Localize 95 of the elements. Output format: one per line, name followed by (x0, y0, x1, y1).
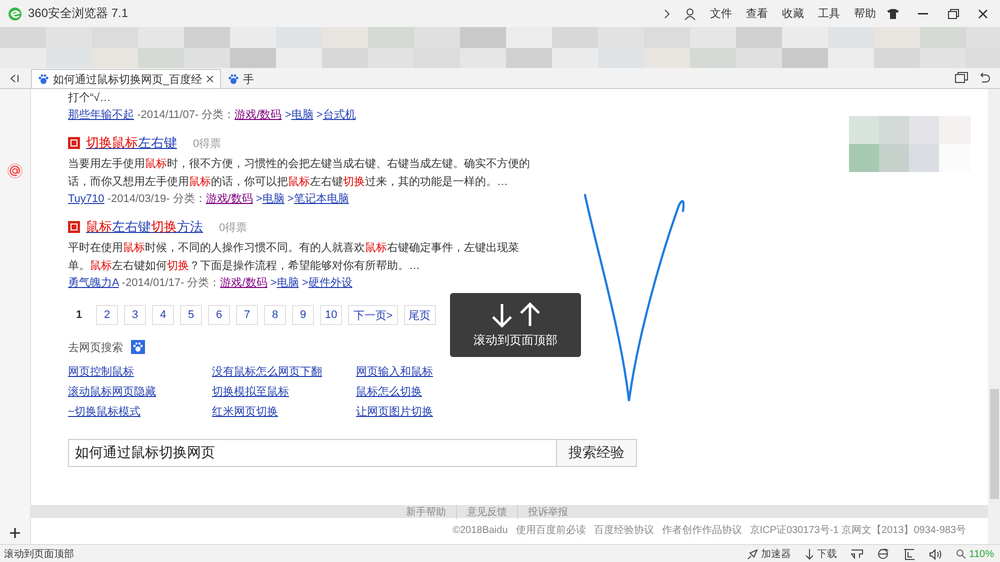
screen-icon[interactable] (903, 548, 916, 560)
menu-item[interactable]: 工具 (818, 6, 840, 21)
copyright-item: 使用百度前必读 (516, 524, 586, 537)
author-link[interactable]: 勇气魄力A (68, 277, 119, 289)
page-button[interactable]: 10 (320, 305, 342, 325)
close-icon[interactable] (978, 8, 988, 18)
related-search-link[interactable]: 鼠标怎么切换 (356, 383, 500, 401)
close-icon[interactable] (206, 75, 214, 83)
result-date: -2014/11/07- 分类： (137, 109, 235, 121)
arrows-up-down-icon (490, 302, 542, 328)
speaker-icon[interactable] (929, 548, 942, 560)
related-search-link[interactable]: 网页输入和鼠标 (356, 363, 500, 381)
browser-tab[interactable]: 手 (221, 69, 262, 88)
menu-item[interactable]: 文件 (710, 6, 732, 21)
status-text: 滚动到页面顶部 (4, 548, 74, 561)
page-button[interactable]: 7 (236, 305, 258, 325)
related-search-link[interactable]: 没有鼠标怎么网页下翻 (212, 363, 356, 381)
related-search-link[interactable]: ~切换鼠标模式 (68, 403, 212, 421)
experience-icon (68, 221, 80, 233)
related-search-link[interactable]: 红米网页切换 (212, 403, 356, 421)
category-link[interactable]: 游戏/数码 (234, 109, 282, 121)
arrow-down-icon (805, 548, 814, 560)
paw-icon (228, 74, 240, 84)
related-search-link[interactable]: 滚动鼠标网页隐藏 (68, 383, 212, 401)
page-button[interactable]: 4 (152, 305, 174, 325)
tooltip-label: 滚动到页面顶部 (474, 332, 558, 348)
page-button[interactable]: 2 (96, 305, 118, 325)
download-button[interactable]: 下载 (805, 547, 838, 561)
category-link[interactable]: 电脑 (262, 193, 284, 205)
vote-count: 0得票 (219, 220, 248, 234)
category-separator: > (287, 193, 294, 205)
related-search-link[interactable]: 切换模拟至鼠标 (212, 383, 356, 401)
search-button[interactable]: 搜索经验 (557, 439, 637, 467)
restore-icon[interactable] (948, 8, 958, 18)
category-link[interactable]: 游戏/数码 (206, 193, 253, 205)
paw-icon (38, 74, 49, 84)
web-search-label: 去网页搜索 (68, 340, 123, 354)
category-link[interactable]: 笔记本电脑 (294, 193, 349, 205)
result-snippet: 打个“√… (68, 91, 112, 106)
related-search-link[interactable]: 网页控制鼠标 (68, 363, 212, 381)
page-button[interactable]: 9 (292, 305, 314, 325)
add-icon[interactable] (10, 528, 20, 538)
vote-count: 0得票 (193, 136, 222, 150)
last-page-button[interactable]: 尾页 (404, 305, 436, 325)
category-separator: > (302, 277, 308, 289)
chevron-right-icon[interactable] (664, 8, 670, 18)
category-separator: > (316, 109, 323, 121)
accelerator-button[interactable]: 加速器 (747, 547, 792, 561)
page-button[interactable]: 3 (124, 305, 146, 325)
category-separator: > (270, 277, 277, 289)
user-icon[interactable] (684, 8, 696, 20)
result-date: -2014/01/17- 分类： (122, 277, 220, 289)
related-search-link[interactable]: 让网页图片切换 (356, 403, 500, 421)
collapse-icon[interactable] (10, 74, 19, 83)
category-link[interactable]: 游戏/数码 (220, 277, 268, 289)
category-link[interactable]: 台式机 (322, 109, 356, 121)
pin-icon (747, 548, 758, 560)
copyright-item: 作者创作作品协议 (662, 524, 742, 537)
browser-icon[interactable] (877, 548, 890, 560)
copyright-item: 百度经验协议 (594, 524, 654, 537)
browser-tab[interactable]: 如何通过鼠标切换网页_百度经 (31, 69, 222, 88)
next-page-button[interactable]: 下一页> (348, 305, 398, 325)
page-button[interactable]: 5 (180, 305, 202, 325)
page-button[interactable]: 8 (264, 305, 286, 325)
copyright-item: 京ICP证030173号-1 京网文【2013】0934-983号 (750, 524, 966, 537)
category-link[interactable]: 电脑 (276, 277, 299, 289)
search-icon (956, 549, 966, 559)
mail-icon[interactable] (7, 163, 23, 179)
author-link[interactable]: Tuy710 (68, 193, 104, 205)
browser-logo-icon (8, 6, 22, 20)
copyright-item: ©2018Baidu (452, 524, 508, 537)
minimize-icon[interactable] (918, 12, 928, 14)
shirt-icon[interactable] (887, 8, 899, 18)
paw-icon[interactable] (131, 340, 145, 354)
result-snippet: 当要用左手使用鼠标时，很不方便，习惯性的会把左键当成右键、右键当成左键。确实不方便的话，而你又想用左手使用鼠标的话，你可以把鼠标左右键切换过来，其的功能是一样的。… (68, 156, 531, 190)
experience-icon (68, 137, 80, 149)
category-separator: > (284, 109, 292, 121)
result-title[interactable]: 鼠标左右键切换方法 (86, 218, 203, 236)
undo-icon[interactable] (978, 72, 990, 84)
menu-item[interactable]: 查看 (746, 6, 768, 21)
scroll-top-tooltip[interactable]: 滚动到页面顶部 (450, 293, 581, 357)
search-field[interactable]: 如何通过鼠标切换网页 (68, 439, 557, 467)
scrollbar-thumb[interactable] (990, 389, 998, 499)
menu-item[interactable]: 帮助 (854, 6, 876, 21)
result-title[interactable]: 切换鼠标左右键 (86, 134, 177, 152)
category-separator: > (256, 193, 262, 205)
result-snippet: 平时在使用鼠标时候，不同的人操作习惯不同。有的人就喜欢鼠标右键确定事件，左键出现菜单。鼠标左右键如何切换？下面是操作流程，希望能够对你有所帮助。… (68, 240, 520, 274)
page-button[interactable]: 6 (208, 305, 230, 325)
tabs-list-icon[interactable] (955, 72, 968, 84)
window-title: 360安全浏览器 7.1 (28, 5, 128, 22)
menu-item[interactable]: 收藏 (782, 6, 804, 21)
author-link[interactable]: 那些年输不起 (68, 109, 134, 121)
category-link[interactable]: 电脑 (291, 109, 314, 121)
result-date: -2014/03/19- 分类： (107, 193, 206, 205)
category-link[interactable]: 硬件外设 (308, 277, 352, 289)
